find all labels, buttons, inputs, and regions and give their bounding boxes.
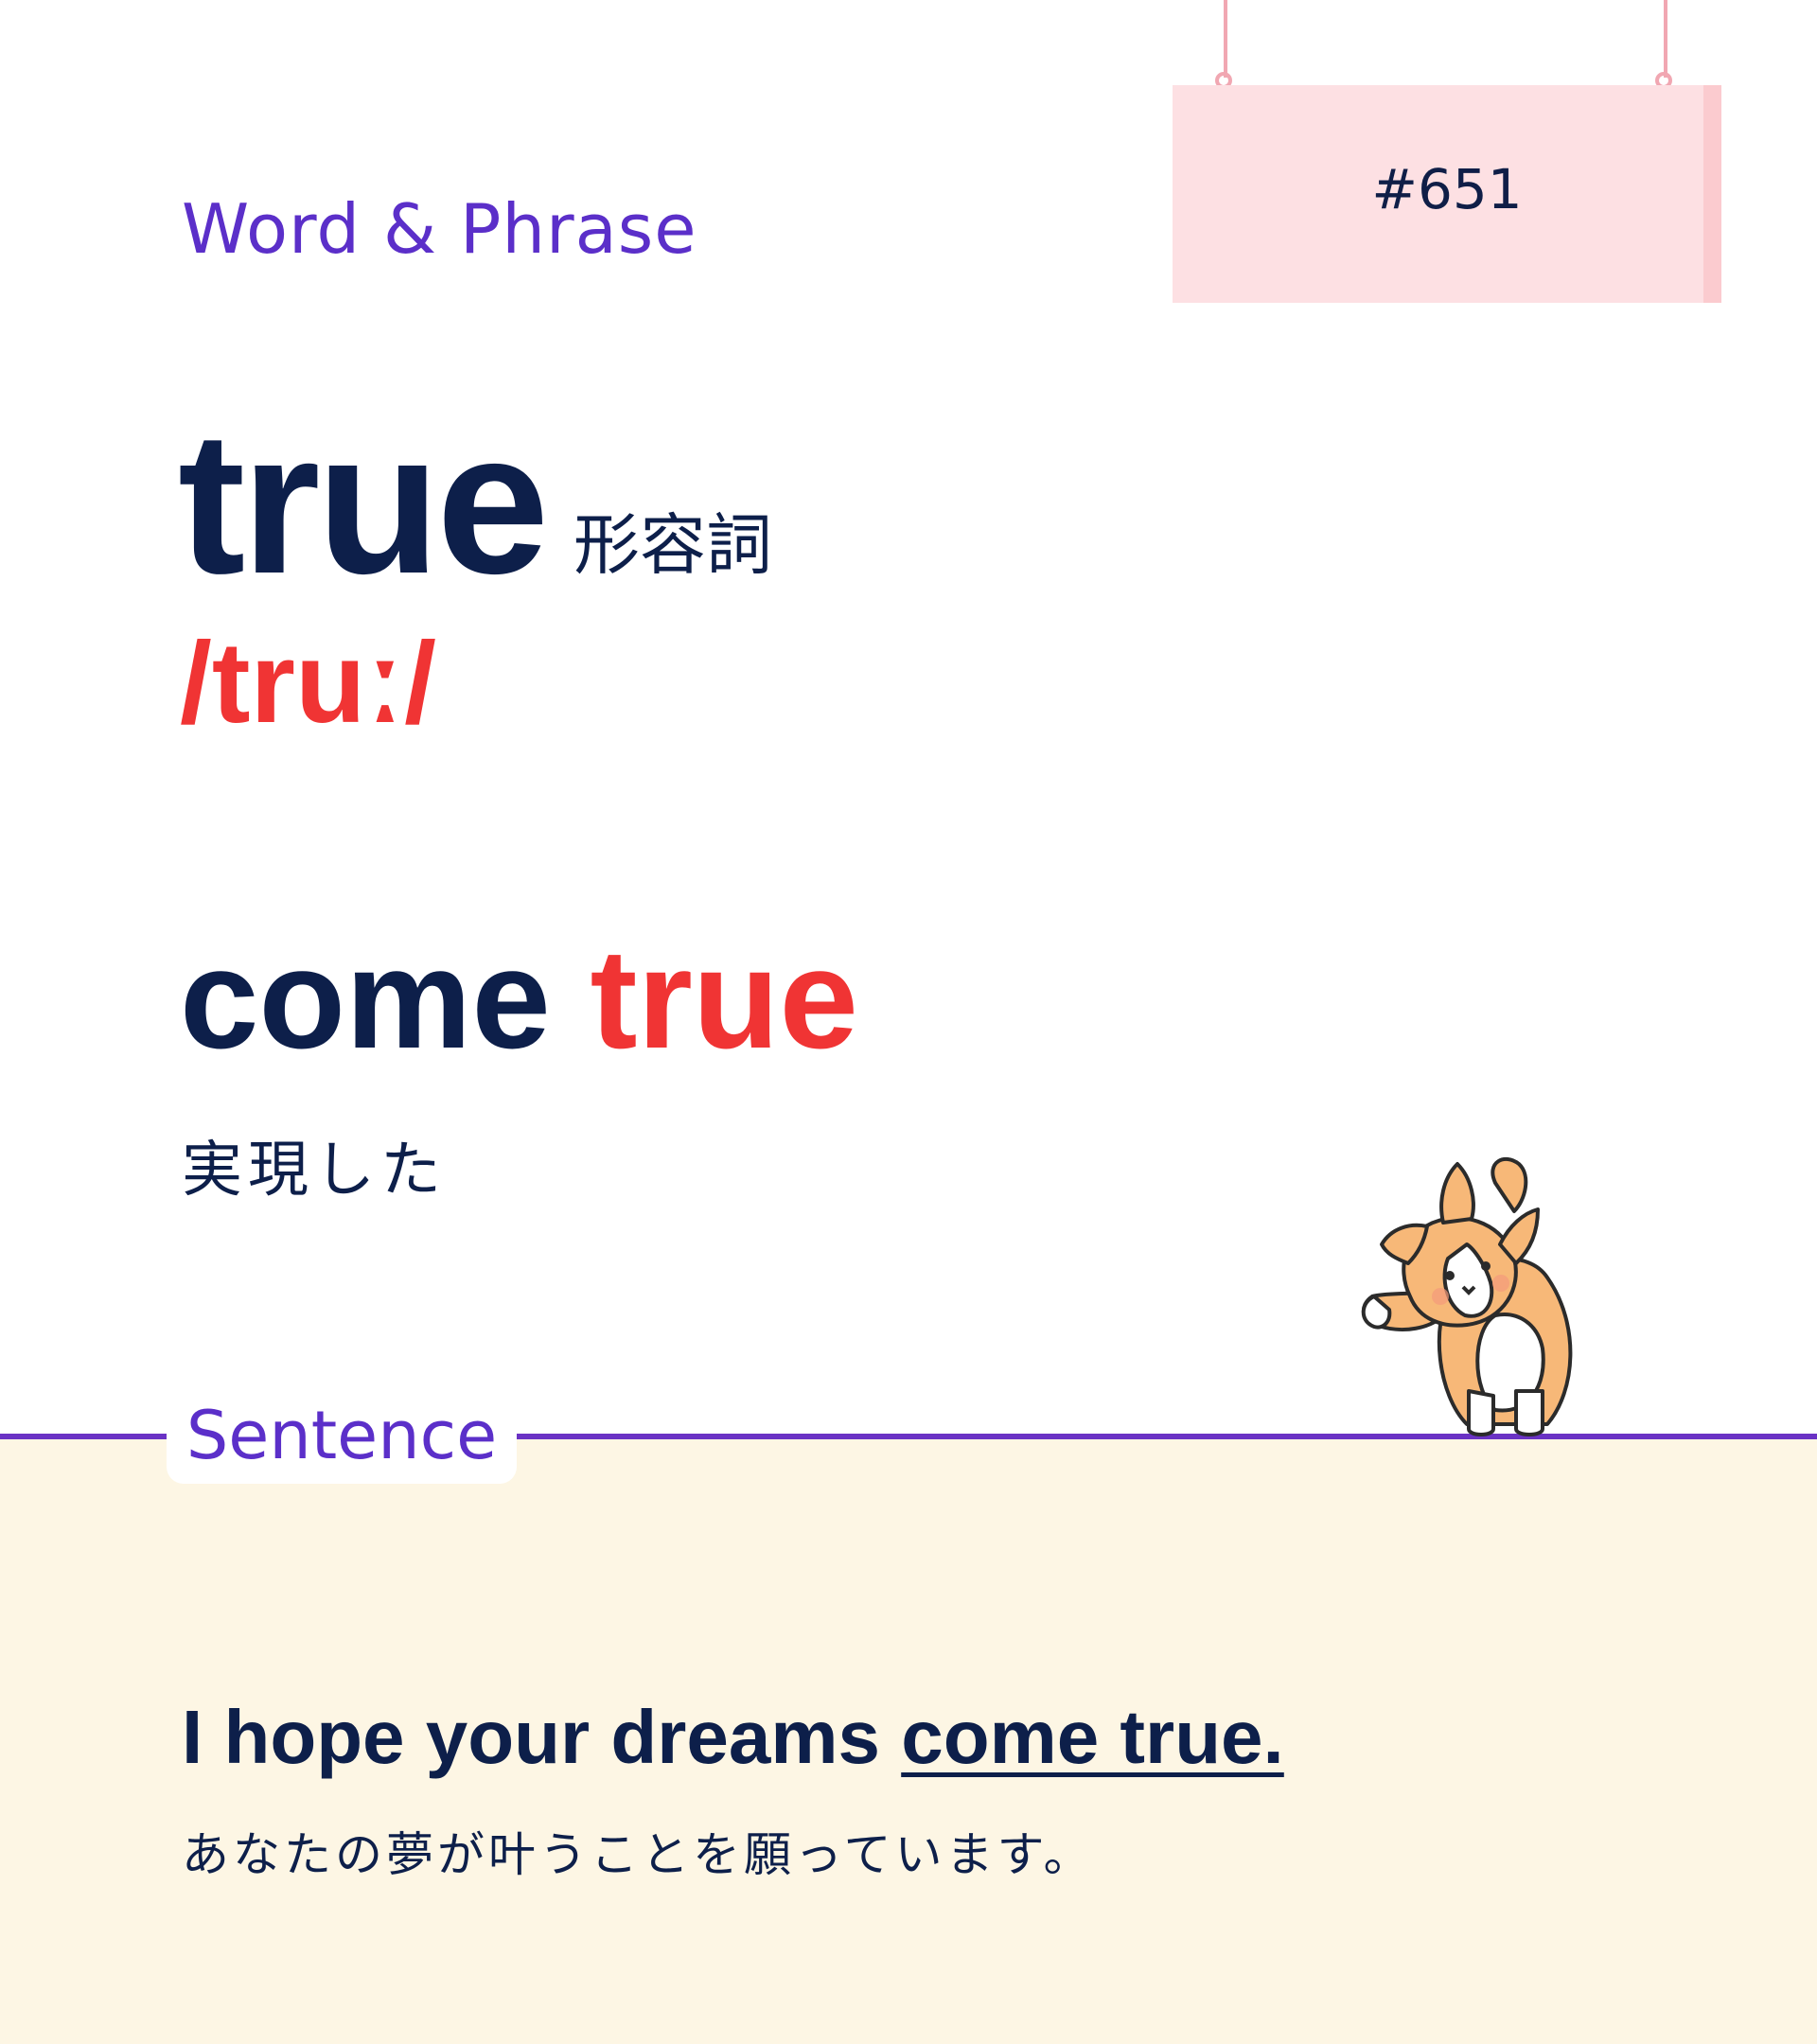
pronunciation: /truː/ [180, 618, 437, 747]
phrase-highlight: true [590, 919, 858, 1078]
corgi-icon [1361, 1156, 1573, 1436]
headword: true [178, 390, 549, 616]
phrase: come true [180, 927, 858, 1069]
sign-string-left [1224, 0, 1227, 78]
category-title: Word & Phrase [182, 189, 697, 269]
sentence-text: I hope your dreams [182, 1695, 902, 1779]
example-sentence: I hope your dreams come true. [182, 1694, 1284, 1781]
part-of-speech: 形容詞 [573, 506, 772, 584]
sentence-label: Sentence [185, 1397, 498, 1474]
sentence-translation: あなたの夢が叶うことを願っています。 [182, 1827, 1095, 1882]
phrase-meaning: 実現した [182, 1136, 447, 1206]
phrase-prefix: come [180, 919, 551, 1078]
sentence-target-phrase: come true. [901, 1695, 1284, 1779]
sign-string-right [1664, 0, 1667, 78]
card-number: #651 [1371, 157, 1523, 221]
